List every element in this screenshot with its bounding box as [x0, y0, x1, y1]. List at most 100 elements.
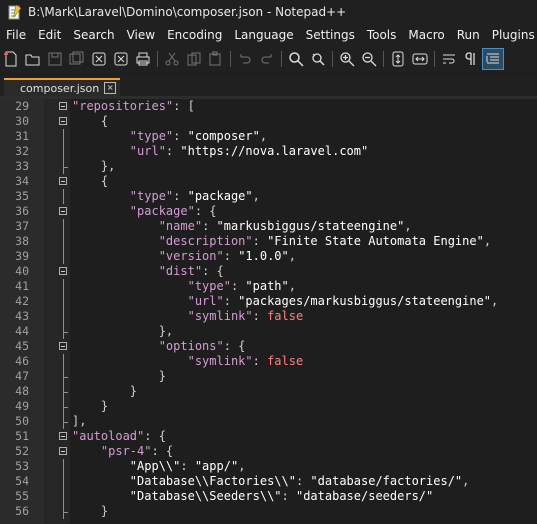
toolbar-separator	[434, 51, 435, 67]
replace-icon[interactable]	[307, 48, 329, 70]
menu-bar: File Edit Search View Encoding Language Settin…	[0, 24, 537, 46]
zoom-out-icon[interactable]	[358, 48, 380, 70]
fold-toggle-icon[interactable]	[59, 447, 67, 455]
line-number: 44	[15, 324, 29, 338]
code-line: 42 "url": "packages/markusbiggus/stateen…	[0, 294, 537, 309]
code-text: "options": {	[158, 339, 246, 353]
fold-line	[63, 249, 64, 264]
code-text: "type": "composer",	[129, 129, 268, 143]
copy-icon[interactable]	[183, 48, 205, 70]
menu-view[interactable]: View	[121, 28, 161, 42]
code-text: }	[72, 399, 109, 413]
code-text: "dist": {	[158, 264, 224, 278]
fold-end-marker	[63, 407, 68, 408]
save-icon[interactable]	[44, 48, 66, 70]
tab-composer-json[interactable]: composer.json ×	[4, 78, 121, 96]
line-number: 48	[15, 384, 29, 398]
line-number: 42	[15, 294, 29, 308]
menu-tools[interactable]: Tools	[361, 28, 403, 42]
line-number: 31	[15, 129, 29, 143]
line-number: 40	[15, 264, 29, 278]
fold-line	[63, 279, 64, 294]
tab-close-icon[interactable]: ×	[104, 82, 117, 94]
fold-line	[63, 309, 64, 324]
paste-icon[interactable]	[205, 48, 227, 70]
menu-encoding[interactable]: Encoding	[161, 28, 228, 42]
menu-file[interactable]: File	[0, 28, 32, 42]
new-file-icon[interactable]	[0, 48, 22, 70]
toolbar-separator	[157, 51, 158, 67]
code-line: 47 }	[0, 369, 537, 384]
fold-toggle-icon[interactable]	[59, 207, 67, 215]
print-icon[interactable]	[132, 48, 154, 70]
close-all-icon[interactable]	[110, 48, 132, 70]
menu-run[interactable]: Run	[451, 28, 486, 42]
indent-guide-icon[interactable]	[482, 48, 504, 70]
line-number: 46	[15, 354, 29, 368]
find-icon[interactable]	[285, 48, 307, 70]
line-number: 55	[15, 489, 29, 503]
undo-icon[interactable]	[234, 48, 256, 70]
editor-area[interactable]: 29 "repositories": [30 {31 "type": "compo…	[0, 99, 537, 524]
sync-horizontal-icon[interactable]	[409, 48, 431, 70]
line-number: 43	[15, 309, 29, 323]
menu-macro[interactable]: Macro	[402, 28, 450, 42]
line-number: 33	[15, 159, 29, 173]
code-text: "url": "packages/markusbiggus/stateengin…	[187, 294, 499, 308]
code-text: },	[72, 324, 174, 338]
zoom-in-icon[interactable]	[336, 48, 358, 70]
menu-language[interactable]: Language	[228, 28, 299, 42]
line-number: 38	[15, 234, 29, 248]
line-number: 53	[15, 459, 29, 473]
code-text: "symlink": false	[187, 354, 304, 368]
code-text: {	[72, 114, 109, 128]
fold-toggle-icon[interactable]	[59, 432, 67, 440]
code-text: "type": "path",	[187, 279, 296, 293]
line-number: 50	[15, 414, 29, 428]
line-number: 29	[15, 99, 29, 113]
code-text: "package": {	[129, 204, 217, 218]
sync-vertical-icon[interactable]	[387, 48, 409, 70]
window-title: B:\Mark\Laravel\Domino\composer.json - N…	[28, 5, 347, 19]
toolbar-separator	[332, 51, 333, 67]
fold-toggle-icon[interactable]	[59, 117, 67, 125]
code-text: }	[72, 369, 166, 383]
fold-toggle-icon[interactable]	[59, 267, 67, 275]
fold-end-marker	[63, 422, 68, 423]
toolbar	[0, 46, 537, 72]
fold-end-marker	[63, 167, 68, 168]
line-number: 49	[15, 399, 29, 413]
menu-search[interactable]: Search	[67, 28, 120, 42]
menu-settings[interactable]: Settings	[300, 28, 361, 42]
fold-line	[63, 354, 64, 369]
fold-line	[63, 189, 64, 204]
line-number: 54	[15, 474, 29, 488]
code-line: 39 "version": "1.0.0",	[0, 249, 537, 264]
menu-plugins[interactable]: Plugins	[486, 28, 537, 42]
close-icon[interactable]	[88, 48, 110, 70]
fold-toggle-icon[interactable]	[59, 102, 67, 110]
code-line: 43 "symlink": false	[0, 309, 537, 324]
code-line: 54 "Database\\Factories\\": "database/fa…	[0, 474, 537, 489]
fold-toggle-icon[interactable]	[59, 177, 67, 185]
save-all-icon[interactable]	[66, 48, 88, 70]
code-text: "type": "package",	[129, 189, 260, 203]
code-text: "name": "markusbiggus/stateengine",	[158, 219, 412, 233]
code-text: "psr-4": {	[100, 444, 174, 458]
menu-edit[interactable]: Edit	[32, 28, 67, 42]
cut-icon[interactable]	[161, 48, 183, 70]
word-wrap-icon[interactable]	[438, 48, 460, 70]
line-number: 37	[15, 219, 29, 233]
line-number: 45	[15, 339, 29, 353]
code-line: 38 "description": "Finite State Automata…	[0, 234, 537, 249]
code-line: 35 "type": "package",	[0, 189, 537, 204]
redo-icon[interactable]	[256, 48, 278, 70]
code-text: "version": "1.0.0",	[158, 249, 296, 263]
code-line: 55 "Database\\Seeders\\": "database/seed…	[0, 489, 537, 504]
open-file-icon[interactable]	[22, 48, 44, 70]
toolbar-separator	[230, 51, 231, 67]
code-line: 49 }	[0, 399, 537, 414]
fold-line	[63, 459, 64, 474]
fold-toggle-icon[interactable]	[59, 342, 67, 350]
show-all-chars-icon[interactable]	[460, 48, 482, 70]
